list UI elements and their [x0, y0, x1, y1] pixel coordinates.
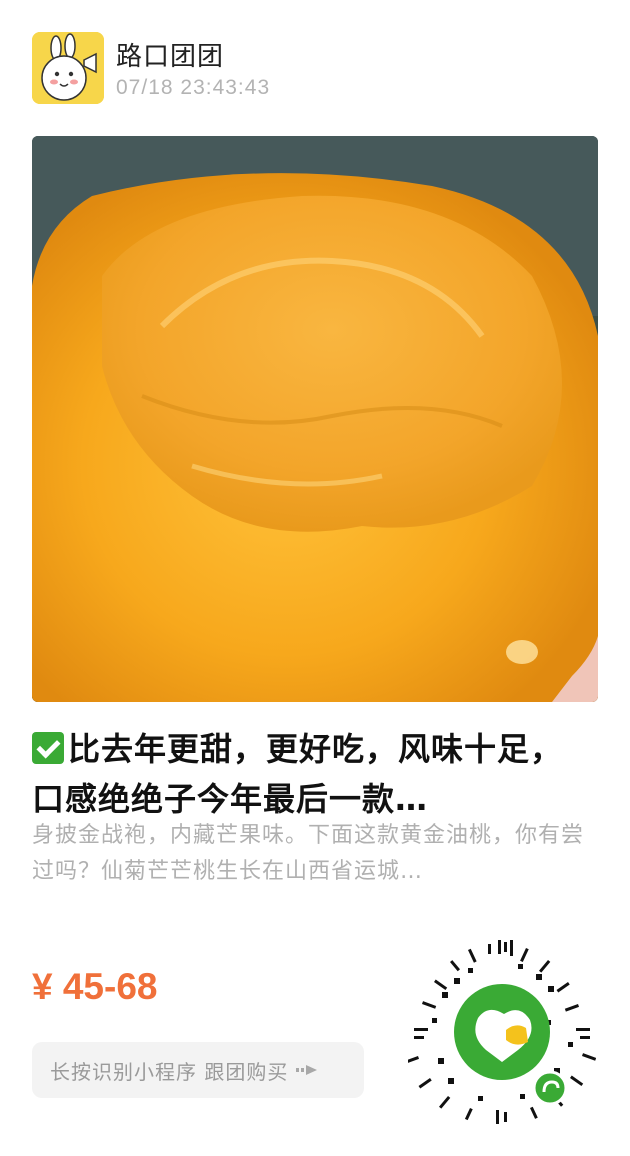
- qr-code-pattern: [404, 940, 597, 1124]
- product-description: 身披金战袍，内藏芒果味。下面这款黄金油桃，你有尝过吗？仙菊芒芒桃生长在山西省运城…: [32, 823, 585, 884]
- product-title: 比去年更甜，更好吃，风味十足，口感绝绝子今年最后一款…: [32, 724, 592, 824]
- shop-header: 路口团团 07/18 23:43:43: [32, 32, 592, 104]
- arrow-right-icon: [296, 1063, 318, 1077]
- check-mark-icon: [32, 732, 64, 764]
- mini-program-prompt[interactable]: 长按识别小程序 跟团购买: [32, 1042, 364, 1098]
- shop-name: 路口团团: [116, 42, 225, 72]
- product-price: ¥ 45-68: [32, 966, 158, 1007]
- mini-program-qr-code[interactable]: [404, 938, 597, 1126]
- peach-photo: [32, 136, 598, 702]
- post-timestamp: 07/18 23:43:43: [116, 76, 271, 99]
- cartoon-bunny-avatar: [32, 32, 104, 104]
- product-image[interactable]: [32, 136, 598, 702]
- mini-program-prompt-label: 长按识别小程序 跟团购买: [50, 1059, 289, 1084]
- product-title-text: 比去年更甜，更好吃，风味十足，口感绝绝子今年最后一款…: [32, 730, 564, 818]
- shop-avatar[interactable]: [32, 32, 104, 104]
